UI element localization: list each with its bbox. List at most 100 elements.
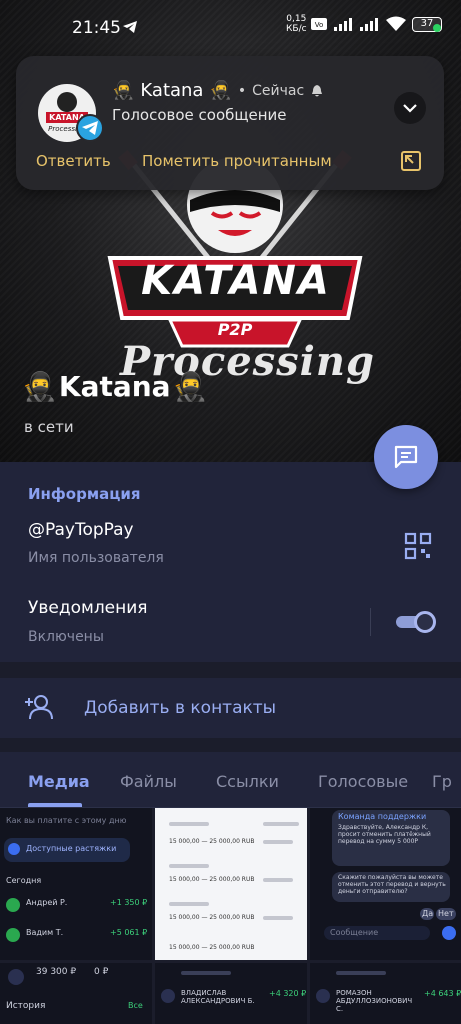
tab-groups[interactable]: Гр — [432, 772, 452, 791]
toggle-knob — [414, 611, 436, 633]
thumb-row1-amount: +1 350 ₽ — [110, 898, 148, 907]
thumb-row2-name: Вадим Т. — [26, 928, 64, 937]
logo-main-text: KATANA — [141, 258, 331, 304]
notification-popup[interactable]: KATANA Processing 🥷 Katana 🥷 • Сейчас Го… — [16, 56, 444, 190]
chat-icon — [394, 445, 418, 469]
thumb-all-link: Все — [128, 1001, 143, 1010]
thumb-line — [181, 971, 231, 975]
media-tabs: Медиа Файлы Ссылки Голосовые Гр — [0, 752, 461, 808]
signal-icon — [334, 18, 352, 31]
thumb-input-placeholder: Сообщение — [330, 928, 379, 937]
tab-voice[interactable]: Голосовые — [318, 772, 408, 791]
signal-icon-2 — [360, 18, 378, 31]
telegram-badge-icon — [76, 114, 104, 142]
media-thumbnail[interactable]: РОМАЗОН АБДУЛЛОЗИОНОВИЧ С. +4 643 ₽ — [310, 963, 461, 1024]
thumb-row2-amount: +5 061 ₽ — [110, 928, 148, 937]
privacy-indicator-dot — [433, 24, 441, 32]
thumb-line — [336, 971, 386, 975]
add-contact-row[interactable]: Добавить в контакты — [0, 678, 461, 738]
thumb-avatar — [316, 989, 330, 1003]
thumb-name: ВЛАДИСЛАВ АЛЕКСАНДРОВИЧ Б. — [181, 989, 255, 1005]
network-speed-value: 0,15 — [286, 14, 307, 24]
wifi-icon — [386, 16, 406, 31]
tab-links[interactable]: Ссылки — [216, 772, 279, 791]
tab-files[interactable]: Файлы — [120, 772, 177, 791]
ninja-emoji-icon: 🥷 — [209, 80, 232, 101]
bell-icon — [312, 84, 323, 96]
active-tab-indicator — [28, 803, 82, 807]
status-time: 21:45 — [72, 18, 121, 38]
info-section: Информация @PayTopPay Имя пользователя У… — [0, 462, 461, 662]
thumb-row-amount: 15 000,00 — 25 000,00 RUB — [169, 944, 255, 951]
thumb-yes-text: Да — [422, 909, 434, 918]
volte-icon: Vo — [311, 18, 327, 30]
thumb-promo-icon — [8, 843, 20, 855]
media-thumbnail[interactable]: ВЛАДИСЛАВ АЛЕКСАНДРОВИЧ Б. +4 320 ₽ — [155, 963, 307, 1024]
mark-read-button[interactable]: Пометить прочитанным — [142, 152, 332, 170]
profile-header: KATANA P2P Processing 21:45 0,15 КБ/с Vo… — [0, 0, 461, 462]
message-button[interactable] — [374, 425, 438, 489]
profile-name: 🥷 Katana 🥷 — [22, 370, 207, 403]
media-thumbnail[interactable]: 39 300 ₽ 0 ₽ История Все — [0, 963, 152, 1024]
media-thumbnail[interactable]: Как вы платите с этому дню Доступные рас… — [0, 808, 152, 960]
thumb-row1-name: Андрей Р. — [26, 898, 68, 907]
thumb-line — [169, 864, 209, 868]
thumb-amount: +4 643 ₽ — [424, 989, 461, 998]
thumb-promo-text: Доступные растяжки — [26, 844, 117, 853]
thumb-line — [263, 916, 293, 920]
expand-notification-button[interactable] — [394, 92, 426, 124]
network-speed-unit: КБ/с — [286, 24, 307, 34]
thumb-line — [263, 822, 299, 826]
notification-time: Сейчас — [252, 82, 305, 99]
thumb-row-amount: 15 000,00 — 25 000,00 RUB — [169, 876, 255, 883]
profile-name-text: Katana — [58, 370, 171, 403]
thumb-message-2: Скажите пожалуйста вы можете отменить эт… — [338, 874, 446, 895]
notification-sender: Katana — [140, 80, 204, 101]
logo-sub-text: P2P — [217, 320, 253, 339]
username-value[interactable]: @PayTopPay — [28, 520, 134, 540]
reply-button[interactable]: Ответить — [36, 152, 111, 170]
media-thumbnail[interactable]: Команда поддержки Здравствуйте, Александ… — [310, 808, 461, 960]
thumb-check-icon — [6, 928, 20, 942]
thumb-balance-1: 39 300 ₽ — [36, 967, 77, 977]
thumb-today-label: Сегодня — [6, 876, 42, 885]
thumb-banner-text: Как вы платите с этому дню — [6, 816, 127, 825]
divider — [370, 608, 371, 636]
thumb-avatar — [161, 989, 175, 1003]
open-app-icon[interactable] — [400, 150, 422, 172]
thumb-shield-icon — [8, 969, 24, 985]
status-bar: 21:45 0,15 КБ/с Vo 37 — [0, 0, 461, 58]
qr-code-icon[interactable] — [404, 532, 432, 560]
thumb-line — [263, 878, 293, 882]
info-header: Информация — [28, 485, 141, 503]
thumb-balance-2: 0 ₽ — [94, 967, 109, 977]
notification-dot: • — [237, 82, 247, 99]
notifications-toggle[interactable] — [396, 611, 436, 633]
svg-text:Vo: Vo — [315, 21, 324, 29]
thumb-history-label: История — [6, 1001, 46, 1011]
thumb-line — [169, 902, 209, 906]
thumb-send-icon — [442, 926, 456, 940]
thumb-line — [263, 840, 293, 844]
thumb-row-amount: 15 000,00 — 25 000,00 RUB — [169, 914, 255, 921]
tab-media[interactable]: Медиа — [28, 772, 90, 791]
notifications-title[interactable]: Уведомления — [28, 598, 148, 618]
thumb-check-icon — [6, 898, 20, 912]
ninja-emoji-icon: 🥷 — [112, 80, 135, 101]
media-grid: Как вы платите с этому дню Доступные рас… — [0, 808, 461, 1024]
media-thumbnail[interactable]: 15 000,00 — 25 000,00 RUB 15 000,00 — 25… — [155, 808, 307, 960]
add-user-icon — [25, 695, 53, 720]
ninja-emoji-icon: 🥷 — [22, 370, 57, 403]
network-speed: 0,15 КБ/с — [286, 14, 307, 34]
ninja-emoji-icon: 🥷 — [172, 370, 208, 403]
thumb-no-text: Нет — [438, 909, 454, 918]
chevron-down-icon — [403, 104, 417, 113]
thumb-amount: +4 320 ₽ — [269, 989, 307, 998]
thumb-sender: Команда поддержки — [338, 812, 427, 821]
add-contact-label: Добавить в контакты — [84, 698, 277, 718]
thumb-message-1: Здравствуйте, Александр К, просит отмени… — [338, 824, 431, 845]
telegram-status-icon — [123, 21, 137, 33]
thumb-name: РОМАЗОН АБДУЛЛОЗИОНОВИЧ С. — [336, 989, 413, 1013]
notification-text: Голосовое сообщение — [112, 106, 287, 124]
profile-status: в сети — [24, 418, 74, 436]
